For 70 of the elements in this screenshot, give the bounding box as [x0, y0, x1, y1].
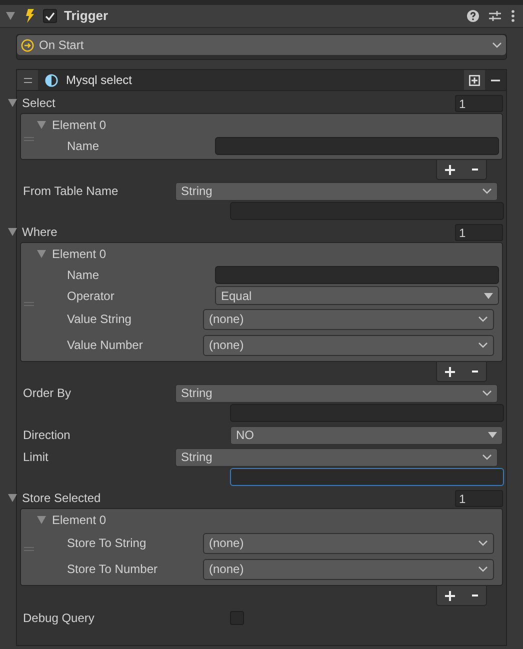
field-label: Where	[22, 224, 58, 241]
dropdown[interactable]: (none)	[203, 334, 494, 356]
dropdown[interactable]: String	[175, 448, 498, 466]
arrow-circle-icon	[21, 38, 34, 52]
minus-icon	[472, 370, 478, 373]
field-label: Operator	[67, 288, 116, 304]
field-label: From Table Name	[23, 183, 120, 200]
field-label: Direction	[23, 427, 72, 444]
action-title: Mysql select	[66, 72, 134, 89]
remove-element-button[interactable]	[470, 167, 479, 172]
count-field[interactable]: 1	[455, 94, 503, 112]
dropdown[interactable]: NO	[230, 426, 503, 444]
field-label: Select	[22, 95, 56, 112]
field-label: Name	[67, 138, 100, 154]
plus-box-icon	[469, 74, 480, 86]
input-field[interactable]	[215, 266, 499, 284]
caret-icon	[484, 292, 493, 298]
field-label: Order By	[23, 385, 72, 402]
add-element-button[interactable]	[444, 366, 456, 378]
input-field[interactable]	[215, 136, 499, 154]
minus-icon	[491, 78, 500, 82]
count-field[interactable]: 1	[455, 224, 503, 240]
event-dropdown[interactable]: On Start	[17, 35, 506, 55]
remove-element-button[interactable]	[470, 369, 479, 374]
field-label: Store Selected	[22, 490, 102, 507]
add-element-button[interactable]	[444, 590, 456, 602]
check-icon	[45, 12, 55, 20]
chevron-icon	[482, 390, 492, 396]
chevron-icon	[482, 454, 492, 460]
element-title: Element 0	[52, 246, 106, 262]
plus-icon	[445, 164, 456, 174]
component-title: Trigger	[64, 7, 108, 26]
caret-icon	[488, 432, 497, 438]
input-field[interactable]	[230, 468, 504, 486]
dropdown[interactable]: String	[175, 384, 498, 402]
dropdown[interactable]: Equal	[215, 286, 499, 305]
chevron-icon	[482, 188, 492, 194]
count-field[interactable]: 1	[455, 490, 503, 506]
plus-icon	[445, 366, 456, 376]
remove-element-button[interactable]	[470, 593, 479, 598]
lightning-icon	[25, 9, 35, 23]
more-icon	[511, 10, 515, 22]
field-label: Value String	[67, 311, 132, 328]
plus-icon	[445, 590, 456, 600]
field-label: Limit	[23, 449, 50, 466]
add-button[interactable]	[464, 70, 485, 90]
element-title: Element 0	[52, 512, 106, 528]
element-title: Element 0	[52, 116, 106, 134]
chevron-icon	[478, 566, 488, 572]
field-label: Value Number	[67, 337, 144, 354]
field-label: Name	[67, 266, 100, 284]
dropdown[interactable]: (none)	[203, 558, 494, 580]
field-label: Store To String	[67, 535, 148, 552]
drag-handle-icon[interactable]	[17, 70, 38, 90]
help-icon	[467, 10, 479, 22]
dropdown[interactable]: (none)	[203, 532, 494, 554]
dropdown[interactable]: (none)	[203, 308, 494, 330]
minus-icon	[472, 168, 478, 171]
dropdown[interactable]: String	[175, 182, 498, 200]
enabled-checkbox[interactable]	[43, 9, 57, 23]
chevron-icon	[478, 316, 488, 322]
minus-icon	[472, 594, 478, 597]
chevron-icon	[478, 540, 488, 546]
half-circle-icon	[45, 74, 58, 86]
chevron-icon	[478, 342, 488, 348]
chevron-icon	[492, 42, 502, 48]
settings-icon	[489, 10, 501, 22]
field-label: Debug Query	[23, 610, 96, 627]
field-label: Store To Number	[67, 561, 158, 578]
add-element-button[interactable]	[444, 164, 456, 176]
